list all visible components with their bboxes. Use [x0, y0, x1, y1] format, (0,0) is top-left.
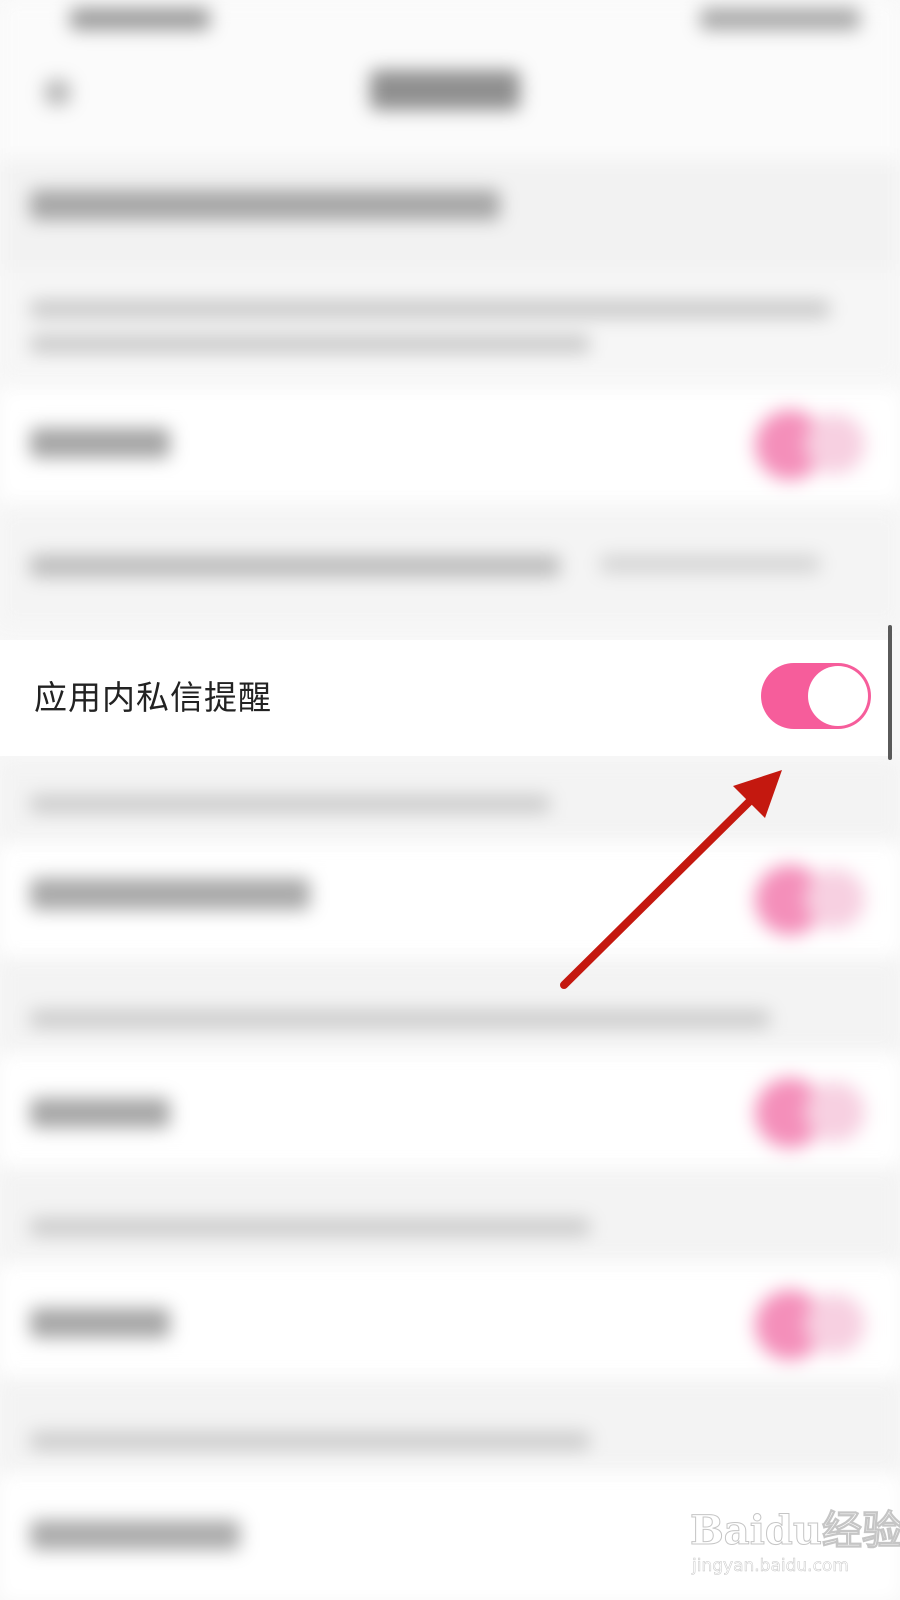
baidu-watermark: Baidu经验 jingyan.baidu.com — [690, 1498, 900, 1588]
private-message-reminder-label: 应用内私信提醒 — [34, 678, 272, 717]
toggle-knob[interactable] — [808, 666, 868, 726]
baidu-paw-logo-icon: Baidu经验 — [690, 1507, 900, 1555]
blurred-background — [0, 0, 900, 1600]
settings-screen: 应用内私信提醒 Baidu经验 jingyan.baidu.com — [0, 0, 900, 1600]
annotation-arrow-icon — [560, 770, 782, 989]
watermark-url: jingyan.baidu.com — [692, 1556, 849, 1577]
scrollbar[interactable] — [888, 625, 892, 760]
private-message-reminder-toggle[interactable] — [761, 663, 871, 729]
